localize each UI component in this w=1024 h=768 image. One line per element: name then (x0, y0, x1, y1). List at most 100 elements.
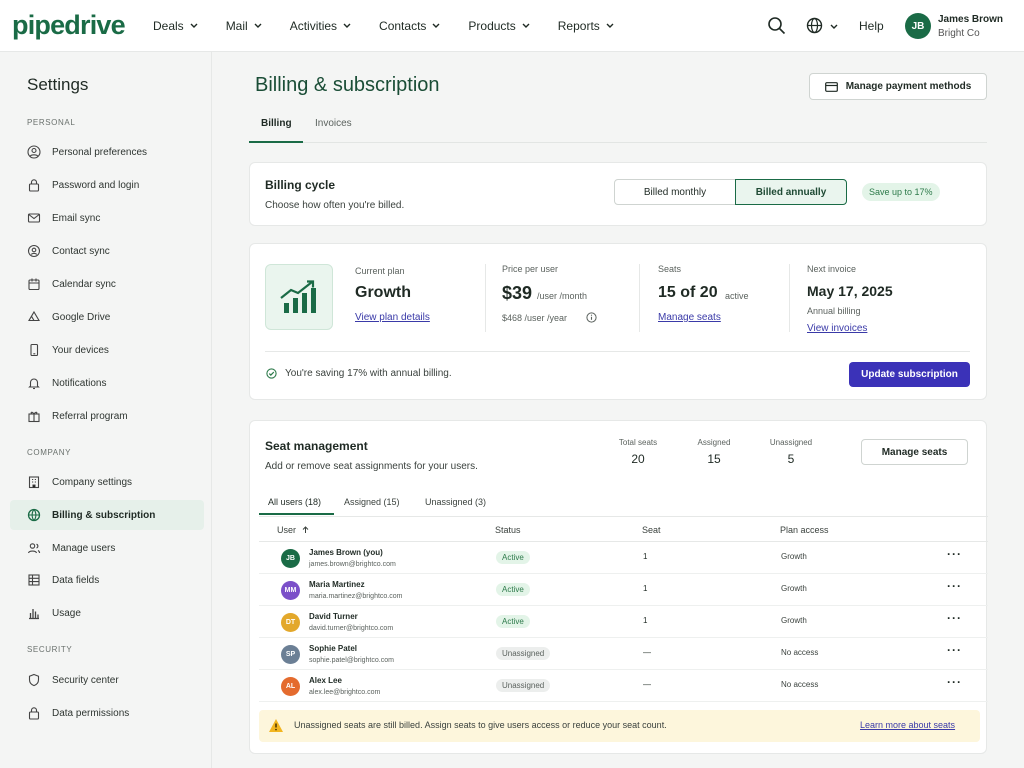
settings-sidebar: Settings PERSONAL Personal preferences P… (0, 52, 212, 768)
next-invoice-date: May 17, 2025 (807, 283, 893, 299)
plan-access-value: No access (781, 648, 819, 657)
chevron-down-icon (254, 23, 262, 28)
more-actions-icon[interactable]: ··· (947, 643, 962, 657)
avatar[interactable]: JB (905, 13, 931, 39)
chevron-down-icon (432, 23, 440, 28)
more-actions-icon[interactable]: ··· (947, 611, 962, 625)
divider (639, 264, 640, 332)
status-badge: Active (496, 583, 530, 596)
sidebar-item-data-permissions[interactable]: Data permissions (10, 698, 204, 728)
user-circle-icon (26, 144, 42, 160)
chevron-down-icon (190, 23, 198, 28)
sidebar-section-personal: PERSONAL (27, 118, 76, 127)
total-seats-value: 20 (631, 452, 645, 466)
more-actions-icon[interactable]: ··· (947, 547, 962, 561)
tab-all-users[interactable]: All users (18) (268, 497, 321, 507)
sidebar-item-password-login[interactable]: Password and login (10, 170, 204, 200)
user-email: sophie.patel@brightco.com (309, 657, 394, 664)
phone-icon (26, 342, 42, 358)
sidebar-item-data-fields[interactable]: Data fields (10, 565, 204, 595)
sidebar-item-google-drive[interactable]: Google Drive (10, 302, 204, 332)
manage-seats-button[interactable]: Manage seats (861, 439, 968, 465)
manage-payment-methods-button[interactable]: Manage payment methods (809, 73, 987, 100)
unassigned-seats-warning: Unassigned seats are still billed. Assig… (259, 710, 980, 742)
current-plan-label: Current plan (355, 266, 405, 276)
users-icon (26, 540, 42, 556)
tab-billing[interactable]: Billing (261, 118, 292, 129)
pipedrive-logo[interactable]: pipedrive (12, 10, 126, 41)
more-actions-icon[interactable]: ··· (947, 675, 962, 689)
manage-seats-link[interactable]: Manage seats (658, 312, 721, 323)
sidebar-item-security-center[interactable]: Security center (10, 665, 204, 695)
total-seats-label: Total seats (618, 438, 658, 447)
nav-reports[interactable]: Reports (558, 19, 614, 33)
billing-cycle-subtitle: Choose how often you're billed. (265, 200, 405, 211)
chevron-down-icon[interactable] (830, 24, 838, 30)
nav-contacts[interactable]: Contacts (379, 19, 440, 33)
seat-value: 1 (643, 616, 648, 625)
sidebar-item-calendar-sync[interactable]: Calendar sync (10, 269, 204, 299)
nav-activities[interactable]: Activities (290, 19, 351, 33)
help-link[interactable]: Help (859, 19, 884, 33)
sidebar-item-usage[interactable]: Usage (10, 598, 204, 628)
contact-sync-icon (26, 243, 42, 259)
next-invoice-label: Next invoice (807, 264, 857, 274)
learn-more-seats-link[interactable]: Learn more about seats (860, 720, 955, 730)
user-company: Bright Co (938, 28, 980, 39)
tab-assigned[interactable]: Assigned (15) (344, 497, 400, 507)
avatar: AL (281, 677, 300, 696)
user-name: Sophie Patel (309, 644, 358, 653)
sidebar-item-personal-preferences[interactable]: Personal preferences (10, 137, 204, 167)
current-plan-card: Current plan Growth View plan details Pr… (249, 243, 987, 400)
sidebar-item-contact-sync[interactable]: Contact sync (10, 236, 204, 266)
user-email: maria.martinez@brightco.com (309, 593, 403, 600)
more-actions-icon[interactable]: ··· (947, 579, 962, 593)
info-icon[interactable] (586, 312, 597, 323)
table-row: DT David Turner david.turner@brightco.co… (259, 606, 988, 638)
gift-icon (26, 408, 42, 424)
top-navigation: pipedrive Deals Mail Activities Contacts… (0, 0, 1024, 52)
sidebar-section-security: SECURITY (27, 645, 73, 654)
price-unit: /user /month (537, 291, 588, 301)
sidebar-item-company-settings[interactable]: Company settings (10, 467, 204, 497)
saving-note: You're saving 17% with annual billing. (266, 368, 452, 379)
globe-icon[interactable] (806, 17, 823, 34)
avatar: MM (281, 581, 300, 600)
plan-name: Growth (355, 284, 411, 301)
savings-badge: Save up to 17% (862, 183, 940, 201)
annual-price: $468 /user /year (502, 313, 568, 323)
sidebar-item-manage-users[interactable]: Manage users (10, 533, 204, 563)
table-row: AL Alex Lee alex.lee@brightco.com Unassi… (259, 670, 988, 702)
sidebar-item-referral-program[interactable]: Referral program (10, 401, 204, 431)
billed-monthly-option[interactable]: Billed monthly (614, 179, 736, 205)
lock-icon (26, 177, 42, 193)
column-seat: Seat (642, 525, 661, 535)
billed-annually-option[interactable]: Billed annually (735, 179, 847, 205)
column-user[interactable]: User (277, 525, 309, 535)
plan-access-value: No access (781, 680, 819, 689)
sidebar-title: Settings (27, 75, 89, 94)
view-invoices-link[interactable]: View invoices (807, 323, 867, 334)
nav-deals[interactable]: Deals (153, 19, 198, 33)
tab-unassigned[interactable]: Unassigned (3) (425, 497, 486, 507)
drive-icon (26, 309, 42, 325)
view-plan-details-link[interactable]: View plan details (355, 312, 430, 323)
plan-access-value: Growth (781, 584, 807, 593)
chevron-down-icon (606, 23, 614, 28)
user-name[interactable]: James Brown (938, 14, 1003, 25)
update-subscription-button[interactable]: Update subscription (849, 362, 970, 387)
nav-mail[interactable]: Mail (226, 19, 262, 33)
lock-icon (26, 705, 42, 721)
price-value: $39 (502, 283, 533, 303)
sidebar-item-your-devices[interactable]: Your devices (10, 335, 204, 365)
sort-up-icon (302, 526, 309, 533)
tab-invoices[interactable]: Invoices (315, 118, 352, 129)
sidebar-item-billing-subscription[interactable]: Billing & subscription (10, 500, 204, 530)
sidebar-item-notifications[interactable]: Notifications (10, 368, 204, 398)
seats-label: Seats (658, 264, 682, 274)
nav-products[interactable]: Products (468, 19, 530, 33)
table-row: MM Maria Martinez maria.martinez@brightc… (259, 574, 988, 606)
sidebar-item-email-sync[interactable]: Email sync (10, 203, 204, 233)
search-icon[interactable] (767, 16, 786, 35)
credit-card-icon (824, 81, 838, 92)
